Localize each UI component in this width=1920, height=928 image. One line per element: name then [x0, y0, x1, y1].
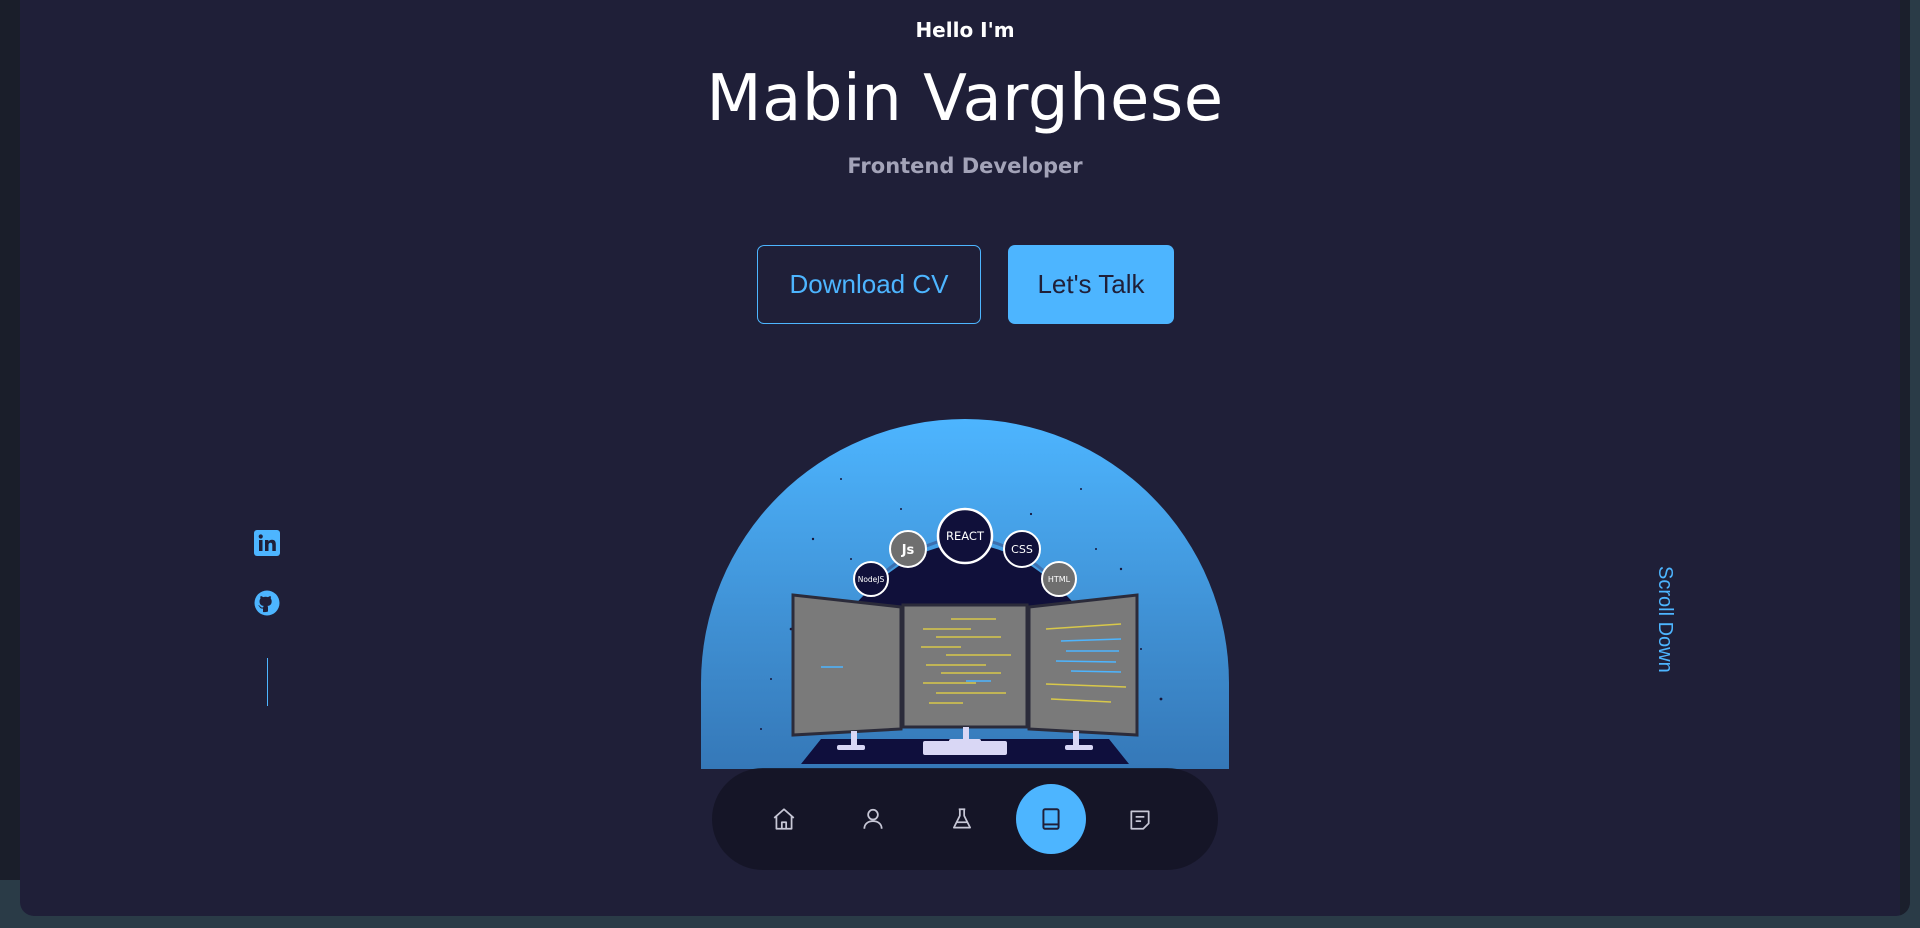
skill-bubble-react: REACT	[946, 529, 985, 543]
social-links	[252, 530, 282, 706]
hero-illustration: NodeJS Js REACT CSS HTML	[701, 419, 1229, 769]
linkedin-link[interactable]	[254, 530, 280, 556]
nav-about[interactable]	[838, 784, 908, 854]
book-icon	[1042, 808, 1060, 830]
nav-portfolio[interactable]	[1016, 784, 1086, 854]
flask-icon	[953, 808, 971, 829]
scroll-down-link[interactable]: Scroll Down	[1652, 566, 1676, 694]
skill-bubble-nodejs: NodeJS	[858, 575, 885, 584]
role-subtitle: Frontend Developer	[847, 154, 1083, 178]
window-edge	[1900, 0, 1910, 916]
desktop-edge	[0, 0, 20, 880]
nav-experience[interactable]	[927, 784, 997, 854]
skill-bubble-js: Js	[901, 543, 915, 558]
github-icon	[254, 590, 280, 616]
user-icon	[863, 808, 883, 829]
nav-contact[interactable]	[1105, 784, 1175, 854]
page-title: Mabin Varghese	[706, 62, 1224, 136]
lets-talk-button[interactable]: Let's Talk	[1008, 245, 1174, 324]
github-link[interactable]	[254, 590, 280, 616]
portfolio-page: Hello I'm Mabin Varghese Frontend Develo…	[20, 0, 1910, 916]
bottom-nav	[712, 768, 1218, 870]
home-icon	[773, 808, 795, 830]
developer-desk-illustration: NodeJS Js REACT CSS HTML	[760, 478, 1163, 764]
linkedin-icon	[254, 530, 280, 556]
social-divider-line	[266, 658, 268, 706]
skill-bubble-css: CSS	[1011, 543, 1033, 556]
greeting-text: Hello I'm	[915, 18, 1015, 42]
message-icon	[1130, 810, 1150, 830]
skill-bubble-html: HTML	[1048, 575, 1071, 584]
nav-home[interactable]	[749, 784, 819, 854]
download-cv-button[interactable]: Download CV	[757, 245, 981, 324]
